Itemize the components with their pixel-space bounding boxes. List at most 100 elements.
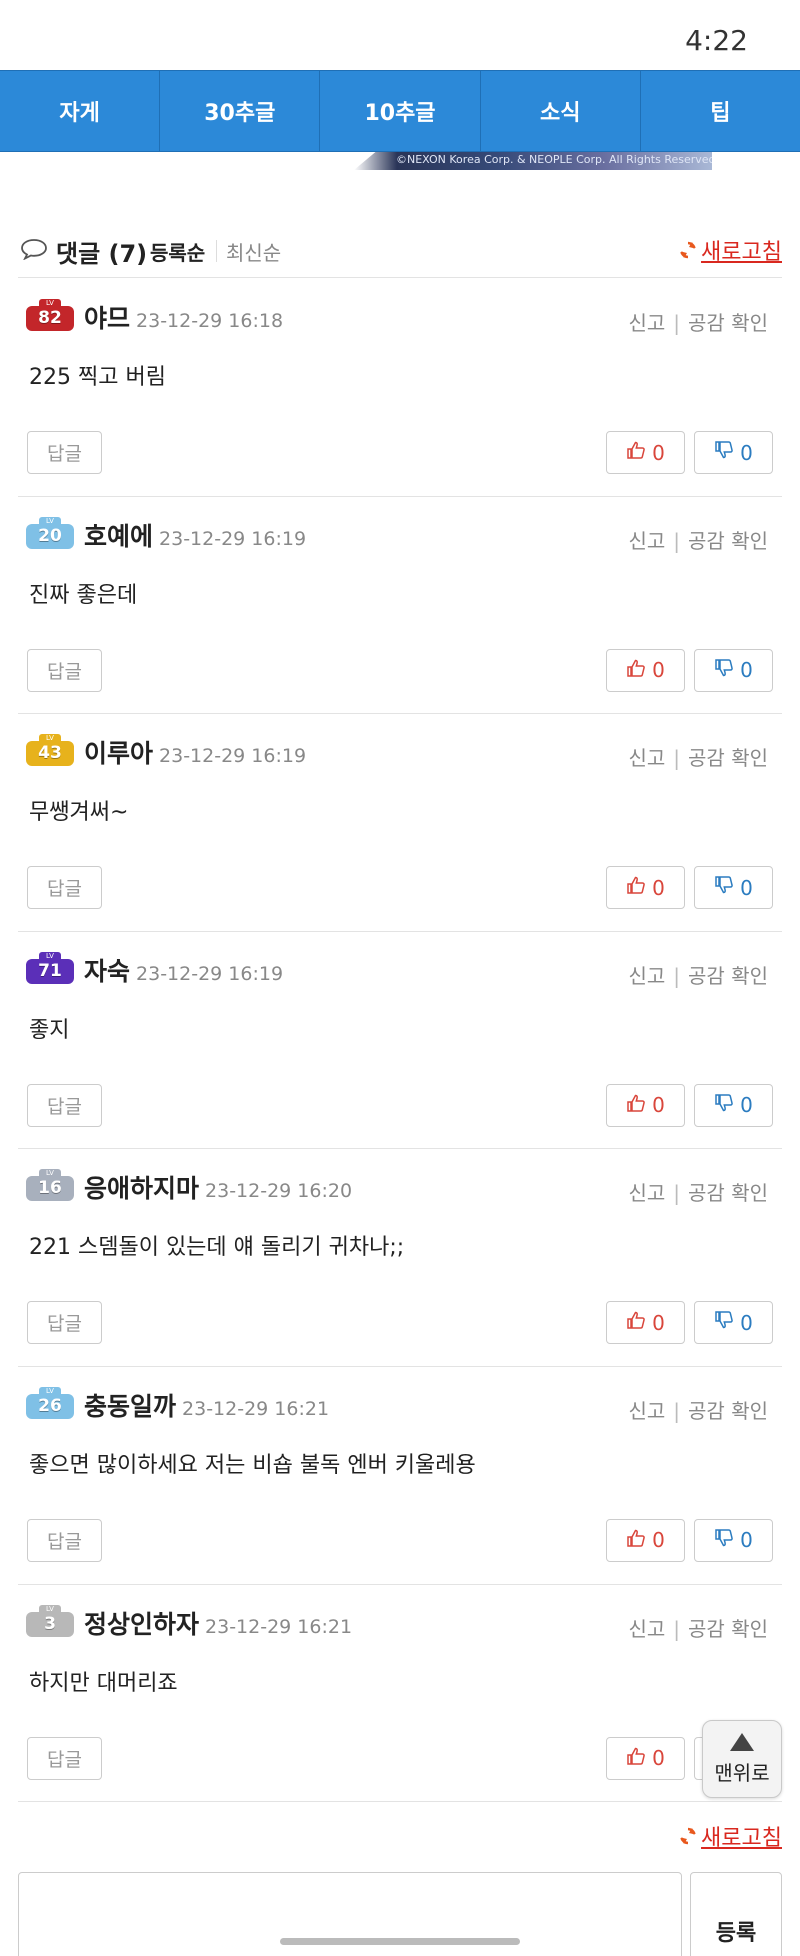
sort-by-registration[interactable]: 등록순 bbox=[150, 237, 205, 266]
thumbs-up-icon bbox=[626, 1310, 646, 1335]
dislike-button[interactable]: 0 bbox=[694, 1518, 773, 1562]
like-button[interactable]: 0 bbox=[606, 1518, 685, 1562]
comment-header: 댓글 (7) 등록순 최신순 새로고침 bbox=[18, 228, 782, 278]
level-badge-icon: LV 16 bbox=[26, 1169, 74, 1202]
dislike-count: 0 bbox=[740, 440, 753, 465]
comment-author-line: 응애하지마 23-12-29 16:20 bbox=[84, 1169, 352, 1205]
comment-item: LV 26 충동일까 23-12-29 16:21 신고 | 공감 확인 좋으면 많이하세요 … bbox=[18, 1367, 782, 1585]
level-badge-icon: LV 82 bbox=[26, 299, 74, 331]
refresh-button[interactable]: 새로고침 bbox=[679, 234, 782, 266]
like-button[interactable]: 0 bbox=[606, 866, 685, 910]
comment-author[interactable]: 자숙 bbox=[84, 957, 130, 986]
check-likes-link[interactable]: 공감 확인 bbox=[688, 746, 768, 770]
like-button[interactable]: 0 bbox=[606, 1083, 685, 1127]
level-number: 3 bbox=[26, 1611, 74, 1637]
check-likes-link[interactable]: 공감 확인 bbox=[688, 1399, 768, 1423]
thumbs-down-icon bbox=[714, 1093, 734, 1118]
dislike-button[interactable]: 0 bbox=[694, 1083, 773, 1127]
level-badge-icon: LV 71 bbox=[26, 951, 74, 984]
level-badge-icon: LV 43 bbox=[26, 734, 74, 767]
comment-actions: 신고 | 공감 확인 bbox=[628, 960, 768, 989]
report-link[interactable]: 신고 bbox=[628, 746, 665, 770]
thumbs-up-icon bbox=[626, 875, 646, 900]
refresh-button-bottom[interactable]: 새로고침 bbox=[679, 1820, 782, 1852]
thumbs-down-icon bbox=[714, 1528, 734, 1553]
dislike-button[interactable]: 0 bbox=[694, 648, 773, 692]
thumbs-up-icon bbox=[626, 440, 646, 465]
comment-author[interactable]: 충동일까 bbox=[84, 1392, 176, 1421]
comment-author[interactable]: 호예에 bbox=[84, 522, 153, 551]
report-link[interactable]: 신고 bbox=[628, 1617, 665, 1641]
dislike-button[interactable]: 0 bbox=[694, 866, 773, 910]
level-number: 20 bbox=[26, 523, 74, 549]
check-likes-link[interactable]: 공감 확인 bbox=[688, 529, 768, 553]
comment-actions: 신고 | 공감 확인 bbox=[628, 1395, 768, 1424]
comment-item: LV 71 자숙 23-12-29 16:19 신고 | 공감 확인 좋지 답글 0 0 bbox=[18, 932, 782, 1150]
level-badge-icon: LV 26 bbox=[26, 1386, 74, 1419]
comment-timestamp: 23-12-29 16:19 bbox=[159, 527, 307, 550]
level-number: 26 bbox=[26, 1393, 74, 1419]
level-badge-icon: LV 20 bbox=[26, 516, 74, 549]
like-count: 0 bbox=[652, 1746, 665, 1771]
level-number: 71 bbox=[26, 958, 74, 984]
thumbs-up-icon bbox=[626, 1746, 646, 1771]
dislike-count: 0 bbox=[740, 1093, 753, 1118]
reply-button[interactable]: 답글 bbox=[27, 1301, 102, 1345]
comment-author[interactable]: 응애하지마 bbox=[84, 1174, 199, 1203]
comment-actions: 신고 | 공감 확인 bbox=[628, 525, 768, 554]
tab-10-recommended[interactable]: 10추글 bbox=[320, 71, 481, 151]
report-link[interactable]: 신고 bbox=[628, 311, 665, 335]
comment-item: LV 3 정상인하자 23-12-29 16:21 신고 | 공감 확인 하지만 대머리죠 답글… bbox=[18, 1585, 782, 1803]
submit-comment-button[interactable]: 등록 bbox=[690, 1872, 782, 1956]
reply-button[interactable]: 답글 bbox=[27, 431, 102, 474]
comment-actions: 신고 | 공감 확인 bbox=[628, 1177, 768, 1206]
level-number: 43 bbox=[26, 741, 74, 767]
comment-item: LV 20 호예에 23-12-29 16:19 신고 | 공감 확인 진짜 좋은데 답글 0 0 bbox=[18, 497, 782, 715]
comment-author[interactable]: 야므 bbox=[84, 304, 130, 333]
reply-button[interactable]: 답글 bbox=[27, 648, 102, 692]
report-link[interactable]: 신고 bbox=[628, 964, 665, 988]
report-link[interactable]: 신고 bbox=[628, 1399, 665, 1423]
report-link[interactable]: 신고 bbox=[628, 529, 665, 553]
like-button[interactable]: 0 bbox=[606, 1736, 685, 1780]
check-likes-link[interactable]: 공감 확인 bbox=[688, 1181, 768, 1205]
comment-author[interactable]: 이루아 bbox=[84, 739, 153, 768]
thumbs-up-icon bbox=[626, 1093, 646, 1118]
comment-author-line: 자숙 23-12-29 16:19 bbox=[84, 952, 283, 988]
scroll-to-top-label: 맨위로 bbox=[714, 1760, 770, 1785]
sort-divider bbox=[216, 240, 217, 262]
reply-button[interactable]: 답글 bbox=[27, 1518, 102, 1562]
sort-by-latest[interactable]: 최신순 bbox=[226, 237, 281, 266]
like-count: 0 bbox=[652, 875, 665, 900]
tab-free-board[interactable]: 자게 bbox=[0, 71, 161, 151]
refresh-label: 새로고침 bbox=[701, 240, 782, 265]
reply-button[interactable]: 답글 bbox=[27, 1736, 102, 1780]
check-likes-link[interactable]: 공감 확인 bbox=[688, 964, 768, 988]
action-divider: | bbox=[673, 311, 681, 335]
scroll-to-top-button[interactable]: 맨위로 bbox=[702, 1720, 782, 1798]
home-indicator bbox=[280, 1938, 520, 1945]
comment-text: 하지만 대머리죠 bbox=[29, 1670, 178, 1696]
like-button[interactable]: 0 bbox=[606, 1301, 685, 1345]
comment-timestamp: 23-12-29 16:18 bbox=[136, 310, 284, 332]
action-divider: | bbox=[673, 1398, 681, 1423]
like-button[interactable]: 0 bbox=[606, 431, 685, 474]
like-button[interactable]: 0 bbox=[606, 648, 685, 692]
reply-button[interactable]: 답글 bbox=[27, 1083, 102, 1127]
tab-30-recommended[interactable]: 30추글 bbox=[160, 71, 321, 151]
thumbs-up-icon bbox=[626, 1528, 646, 1553]
comment-timestamp: 23-12-29 16:19 bbox=[136, 962, 284, 985]
tab-news[interactable]: 소식 bbox=[481, 71, 641, 151]
check-likes-link[interactable]: 공감 확인 bbox=[688, 1617, 768, 1641]
check-likes-link[interactable]: 공감 확인 bbox=[688, 311, 768, 335]
dislike-button[interactable]: 0 bbox=[694, 431, 773, 474]
reply-button[interactable]: 답글 bbox=[27, 866, 102, 910]
up-arrow-icon bbox=[730, 1732, 754, 1751]
dislike-button[interactable]: 0 bbox=[694, 1301, 773, 1345]
report-link[interactable]: 신고 bbox=[628, 1181, 665, 1205]
tab-tips[interactable]: 팁 bbox=[641, 71, 800, 151]
comment-item: LV 16 응애하지마 23-12-29 16:20 신고 | 공감 확인 221 스뎀돌이 … bbox=[18, 1149, 782, 1367]
action-divider: | bbox=[673, 1616, 681, 1641]
comment-author[interactable]: 정상인하자 bbox=[84, 1610, 199, 1639]
like-count: 0 bbox=[652, 1528, 665, 1553]
